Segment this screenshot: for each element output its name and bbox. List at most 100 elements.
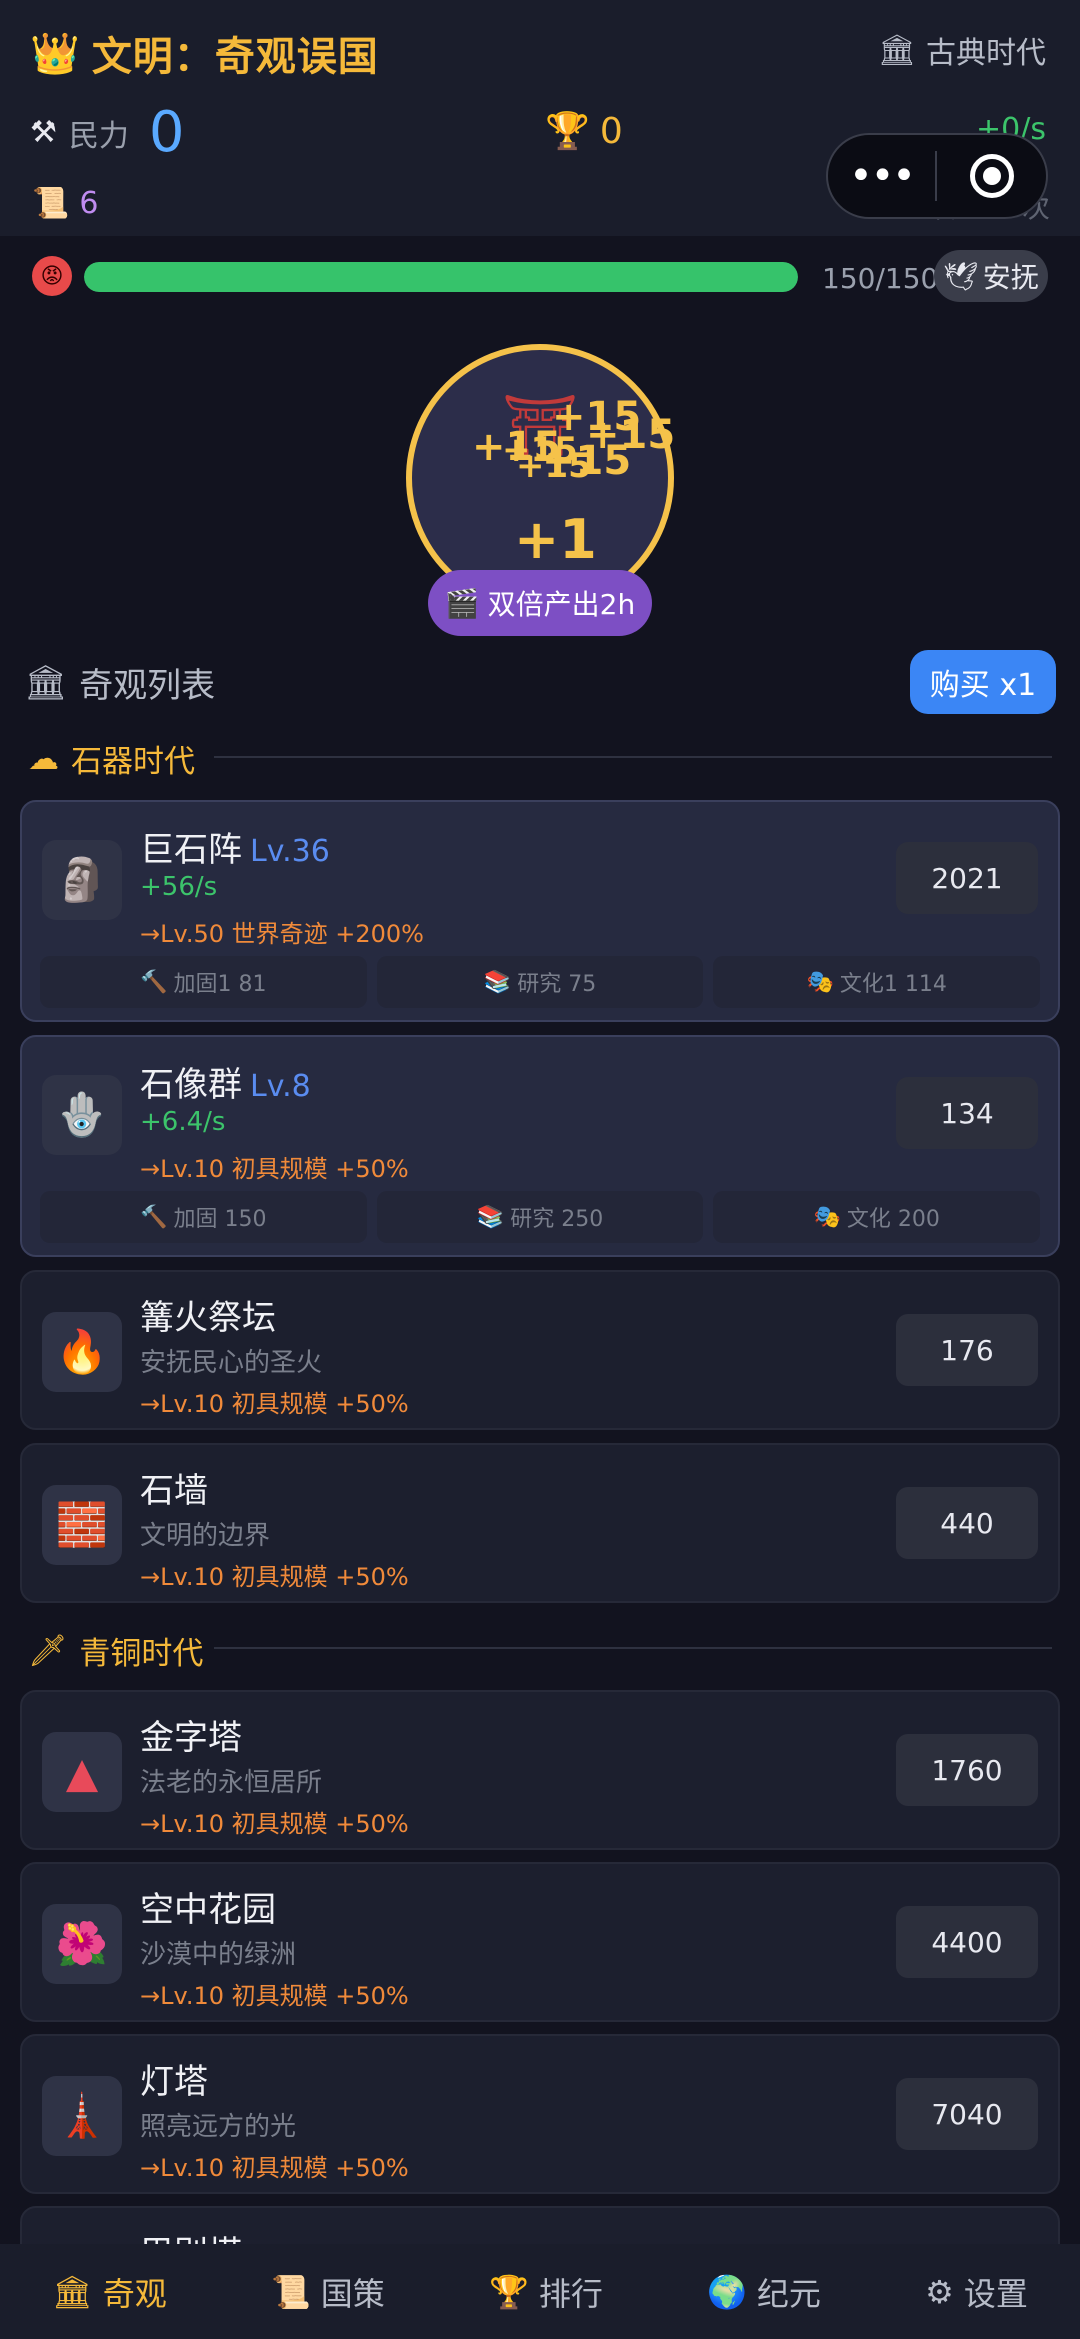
angry-face-icon: 😡 [32,256,72,296]
tower-icon: 🗼 [42,2076,122,2156]
wonder-list-title: 奇观列表 [79,666,216,706]
wonder-price-button[interactable]: 440 [896,1487,1038,1559]
buy-quantity-button[interactable]: 购买 x1 [910,650,1056,714]
wonder-card[interactable]: 🧱 石墙 文明的边界 →Lv.10 初具规模 +50% 440 [20,1443,1060,1603]
wonder-goal: →Lv.10 初具规模 +50% [140,1810,409,1838]
masks-icon: 🎭 [813,1204,841,1230]
nav-item-wonders[interactable]: 🏛 奇观 [52,2269,167,2315]
scroll-icon: 📜 [270,2272,311,2311]
more-menu-icon[interactable]: ••• [828,153,935,199]
trophy-stat: 🏆 0 [545,110,623,153]
nav-item-ranking[interactable]: 🏆 排行 [489,2269,603,2315]
moai-icon: 🗿 [42,840,122,920]
wonder-name: 篝火祭坛 [140,1298,276,1338]
wonder-goal: →Lv.10 初具规模 +50% [140,1390,409,1418]
unrest-bar [84,262,798,292]
close-target-button[interactable] [937,154,1046,198]
header: 👑 文明：奇观误国 🏛 古典时代 ⚒ 民力 0 🏆 0 +0/s 📜 6 转世 … [0,0,1080,236]
soothe-button[interactable]: 🕊 安抚 [934,250,1048,302]
globe-icon: 🌍 [707,2272,747,2311]
wonder-card[interactable]: ▲ 金字塔 法老的永恒居所 →Lv.10 初具规模 +50% 1760 [20,1690,1060,1850]
wonder-goal: →Lv.10 初具规模 +50% [140,1563,409,1591]
age-name: 石器时代 [71,744,195,780]
crown-icon: 👑 [30,30,80,77]
wonder-description: 安抚民心的圣火 [140,1348,323,1378]
cloud-icon: ☁ [28,740,59,777]
nav-label: 国策 [320,2274,385,2313]
trophy-value: 0 [599,110,623,152]
wonder-list-header: 🏛 奇观列表 [24,658,215,707]
float-gain: +15 [542,438,632,484]
nav-label: 排行 [538,2274,603,2313]
nav-item-settings[interactable]: ⚙ 设置 [925,2269,1028,2315]
nav-label: 纪元 [756,2274,821,2313]
hammer-icon: 🔨 [140,969,168,995]
wonder-price-button[interactable]: 176 [896,1314,1038,1386]
wonder-price-button[interactable]: 134 [896,1077,1038,1149]
scroll-stat: 📜 6 [32,186,98,221]
trophy-icon: 🏆 [489,2272,529,2311]
soothe-label: 安抚 [982,261,1039,294]
dove-icon: 🕊 [943,259,979,293]
era-indicator[interactable]: 🏛 古典时代 [878,28,1046,72]
wonder-price-button[interactable]: 7040 [896,2078,1038,2150]
classical-building-icon: 🏛 [24,662,68,703]
wonder-card[interactable]: 🌺 空中花园 沙漠中的绿洲 →Lv.10 初具规模 +50% 4400 [20,1862,1060,2022]
unrest-bar-fill [84,262,798,292]
nav-label: 设置 [963,2274,1028,2313]
wonder-price-button[interactable]: 4400 [896,1906,1038,1978]
clapper-icon: 🎬 [444,586,480,620]
hamsa-icon: 🪬 [42,1075,122,1155]
wonder-name: 石墙 [140,1471,208,1511]
wonder-description: 照亮远方的光 [140,2112,297,2142]
hammer-icon: 🔨 [140,1204,168,1230]
research-button[interactable]: 📚 研究 75 [376,956,704,1008]
double-output-button[interactable]: 🎬 双倍产出2h [428,570,652,636]
wonder-name: 灯塔 [140,2062,208,2102]
wonder-price-button[interactable]: 1760 [896,1734,1038,1806]
nav-item-era[interactable]: 🌍 纪元 [707,2269,821,2315]
wonder-card[interactable]: 🗿 巨石阵 Lv.36 +56/s →Lv.50 世界奇迹 +200% 2021 … [20,800,1060,1022]
age-divider [214,1647,1052,1649]
reinforce-button[interactable]: 🔨 加固 150 [40,1191,367,1243]
dagger-icon: 🗡 [28,1633,68,1669]
scroll-icon: 📜 [32,186,70,221]
reinforce-button[interactable]: 🔨 加固1 81 [40,956,367,1008]
tap-gain: +1 [514,508,597,571]
culture-button[interactable]: 🎭 文化1 114 [713,956,1041,1008]
nav-item-policy[interactable]: 📜 国策 [271,2269,385,2315]
wonder-rate: +56/s [140,872,218,902]
age-header-stone: ☁ 石器时代 [28,736,195,781]
wonder-name: 石像群 Lv.8 [140,1065,311,1105]
app-title: 文明：奇观误国 [91,34,379,80]
wonder-card[interactable]: 🔥 篝火祭坛 安抚民心的圣火 →Lv.10 初具规模 +50% 176 [20,1270,1060,1430]
hibiscus-icon: 🌺 [42,1904,122,1984]
wonder-goal: →Lv.10 初具规模 +50% [140,1155,409,1183]
power-stat: ⚒ 民力 0 [30,100,185,165]
upgrade-row: 🔨 加固 150 📚 研究 250 🎭 文化 200 [40,1191,1041,1243]
classical-building-icon: 🏛 [877,32,916,68]
books-icon: 📚 [476,1204,505,1230]
trophy-icon: 🏆 [545,111,590,152]
research-button[interactable]: 📚 研究 250 [376,1191,704,1243]
wonder-name: 巨石阵 Lv.36 [140,830,330,870]
masks-icon: 🎭 [806,969,834,995]
wonder-price-button[interactable]: 2021 [896,842,1038,914]
pyramid-icon: ▲ [42,1732,122,1812]
wonder-rate: +6.4/s [140,1107,226,1137]
title-row: 👑 文明：奇观误国 [30,24,379,82]
wonder-name: 金字塔 [140,1718,242,1758]
culture-button[interactable]: 🎭 文化 200 [713,1191,1041,1243]
power-value: 0 [148,100,185,165]
gear-icon: ⚙ [925,2272,954,2311]
wonder-goal: →Lv.10 初具规模 +50% [140,1982,409,2010]
wonder-goal: →Lv.50 世界奇迹 +200% [140,920,424,948]
fire-icon: 🔥 [42,1312,122,1392]
double-output-label: 双倍产出2h [487,588,636,621]
wonder-description: 文明的边界 [140,1521,271,1551]
wonder-card[interactable]: 🪬 石像群 Lv.8 +6.4/s →Lv.10 初具规模 +50% 134 🔨 加… [20,1035,1060,1257]
wonder-card[interactable]: 🗼 灯塔 照亮远方的光 →Lv.10 初具规模 +50% 7040 [20,2034,1060,2194]
books-icon: 📚 [483,969,512,995]
age-divider [214,756,1052,758]
target-icon [969,154,1014,198]
